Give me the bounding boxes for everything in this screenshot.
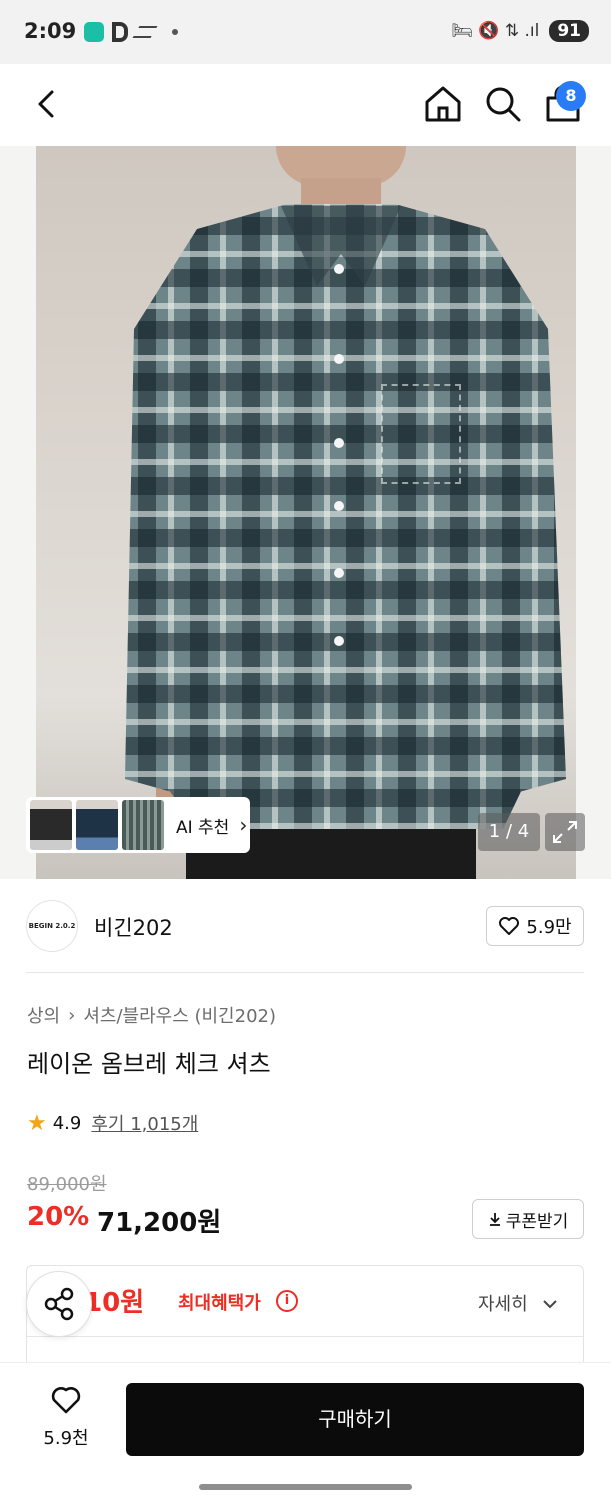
- breadcrumb-category[interactable]: 상의: [27, 1002, 60, 1028]
- share-icon: [44, 1287, 74, 1321]
- shirt-button: [334, 568, 344, 578]
- coupon-download-button[interactable]: 쿠폰받기: [472, 1199, 584, 1239]
- top-navigation: 8: [0, 64, 611, 146]
- brand-name[interactable]: 비긴202: [94, 912, 173, 942]
- plaid-shirt: [125, 204, 566, 829]
- recommendation-thumbnail: [30, 800, 72, 850]
- shirt-button: [334, 501, 344, 511]
- brand-logo[interactable]: BEGIN 2.0.2: [26, 900, 78, 952]
- stripes-app-icon: [132, 26, 158, 38]
- home-button[interactable]: [421, 82, 465, 126]
- brand-like-count: 5.9만: [526, 917, 572, 938]
- chevron-right-icon: ›: [68, 1004, 76, 1026]
- shirt-pocket: [381, 384, 461, 484]
- recommendation-thumbnail: [76, 800, 118, 850]
- breadcrumb-subcategory[interactable]: 셔츠/블라우스 (비긴202): [83, 1002, 276, 1028]
- back-button[interactable]: [30, 84, 66, 124]
- image-counter: 1 / 4: [478, 813, 540, 851]
- cart-count-badge: 8: [556, 81, 586, 111]
- search-button[interactable]: [481, 82, 525, 126]
- home-icon: [425, 86, 461, 122]
- download-icon: [489, 1213, 500, 1226]
- heart-icon: [499, 917, 520, 935]
- more-notifications-dot-icon: [172, 29, 178, 35]
- ai-recommendation-label: AI 추천: [176, 817, 230, 838]
- info-icon[interactable]: i: [276, 1290, 298, 1312]
- review-link[interactable]: 후기 1,015개: [91, 1110, 198, 1136]
- expand-image-button[interactable]: [545, 813, 585, 851]
- app-notification-icon: [84, 22, 104, 42]
- divider: [26, 972, 584, 973]
- status-bar: 2:09 🛏 🔇 ⇅ .ıl 91: [0, 0, 611, 64]
- product-title: 레이온 옴브레 체크 셔츠: [27, 1050, 271, 1078]
- system-status: 🛏 🔇 ⇅ .ıl 91: [451, 20, 589, 42]
- sale-price: 71,200원: [97, 1208, 222, 1238]
- search-icon: [486, 87, 521, 122]
- shirt-button: [334, 438, 344, 448]
- notification-icons: [84, 22, 178, 42]
- discount-rate: 20%: [27, 1202, 90, 1232]
- recommendation-thumbnail: [122, 800, 164, 850]
- ai-recommendation-button[interactable]: AI 추천 ›: [26, 797, 250, 853]
- rating-value: 4.9: [52, 1112, 82, 1134]
- status-time: 2:09: [24, 19, 77, 43]
- benefit-detail-button[interactable]: 자세히: [478, 1290, 559, 1316]
- max-benefit-label: 최대혜택가: [178, 1293, 261, 1314]
- share-button[interactable]: [26, 1271, 92, 1337]
- home-indicator[interactable]: [199, 1484, 412, 1490]
- coupon-label: 쿠폰받기: [505, 1211, 569, 1232]
- rating-row: ★ 4.9 후기 1,015개: [27, 1110, 198, 1136]
- battery-indicator: 91: [549, 20, 589, 42]
- detail-label: 자세히: [478, 1294, 528, 1315]
- heart-icon: [51, 1387, 81, 1414]
- product-photo: [36, 146, 576, 879]
- chevron-right-icon: ›: [239, 813, 248, 837]
- brand-like-button[interactable]: 5.9만: [486, 906, 584, 946]
- original-price: 89,000원: [27, 1174, 107, 1195]
- chevron-left-icon: [38, 90, 54, 118]
- divider: [27, 1336, 583, 1337]
- product-like-count: 5.9천: [43, 1428, 89, 1449]
- breadcrumb: 상의 › 셔츠/블라우스 (비긴202): [27, 1002, 276, 1028]
- expand-icon: [553, 821, 577, 843]
- star-icon: ★: [27, 1110, 47, 1136]
- system-icons: 🛏 🔇 ⇅ .ıl: [451, 21, 540, 41]
- shirt-button: [334, 264, 344, 274]
- shirt-button: [334, 354, 344, 364]
- chevron-down-icon: [543, 1300, 558, 1309]
- product-image-gallery[interactable]: [0, 146, 611, 879]
- shirt-button: [334, 636, 344, 646]
- b-app-icon: [112, 22, 128, 42]
- buy-button[interactable]: 구매하기: [126, 1383, 584, 1456]
